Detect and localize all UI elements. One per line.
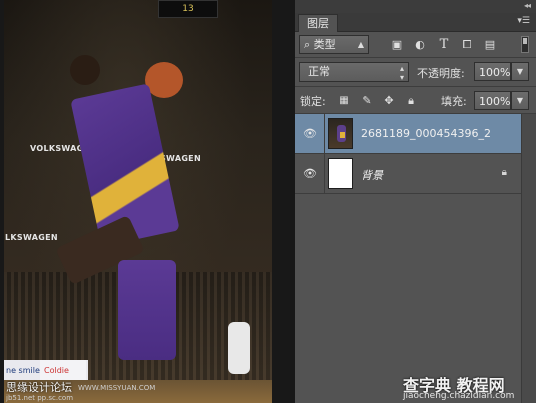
eye-icon[interactable]: 👁︎	[303, 167, 317, 181]
lock-transparent-icon[interactable]: ▦	[337, 94, 351, 108]
layers-panel: ◂◂ 图层 ▾☰ ⌕ 类型 ▲ ▣ ◐ T ⧠ ▤ 正常 ▴ ▾ 不透明度: 10…	[295, 0, 536, 403]
arena-banner: LKSWAGEN	[5, 233, 58, 242]
layer-name: 背景	[361, 169, 383, 182]
lock-image-icon[interactable]: ✎	[360, 94, 374, 108]
divider	[324, 114, 325, 154]
double-arrow-icon[interactable]: ◂◂	[524, 1, 531, 10]
player-head	[70, 55, 100, 85]
opacity-dropdown-button[interactable]: ▼	[511, 62, 529, 81]
ad-text: Coldie	[44, 366, 69, 375]
adjustment-filter-icon[interactable]: ◐	[413, 38, 427, 52]
panel-top-strip: ◂◂	[295, 0, 536, 13]
background-player	[228, 322, 250, 374]
fill-dropdown-button[interactable]: ▼	[511, 91, 529, 110]
watermark-url: WWW.MISSYUAN.COM	[78, 384, 156, 392]
smart-object-filter-icon[interactable]: ▤	[483, 38, 497, 52]
filter-kind-label: 类型	[313, 38, 336, 51]
blend-mode-dropdown[interactable]: 正常 ▴ ▾	[299, 62, 409, 82]
layers-scrollbar[interactable]	[521, 114, 536, 403]
divider	[324, 154, 325, 194]
shape-filter-icon[interactable]: ⧠	[460, 38, 474, 52]
layers-list: 👁︎ 2681189_000454396_2 👁︎ 背景 🔒︎	[295, 114, 521, 403]
type-filter-icon[interactable]: T	[437, 38, 451, 52]
layer-thumbnail	[328, 158, 353, 189]
chevron-updown-icon: ▲	[357, 40, 364, 49]
layer-row-background[interactable]: 👁︎ 背景 🔒︎	[295, 154, 521, 194]
lock-icon: 🔒︎	[501, 167, 507, 178]
defender	[118, 260, 176, 360]
opacity-label: 不透明度:	[417, 67, 465, 80]
watermark-text: 思缘设计论坛	[6, 381, 72, 394]
layer-thumbnail	[328, 118, 353, 149]
site-watermark-url: jiaocheng.chazidian.com	[403, 391, 515, 401]
filter-row: ⌕ 类型 ▲ ▣ ◐ T ⧠ ▤	[295, 32, 536, 57]
opacity-input[interactable]: 100%	[474, 62, 511, 81]
fill-input[interactable]: 100%	[474, 91, 511, 110]
fill-label: 填充:	[441, 95, 467, 108]
lock-position-icon[interactable]: ✥	[382, 94, 396, 108]
divider	[295, 57, 536, 58]
panel-tab-bar: 图层 ▾☰	[295, 13, 536, 32]
filter-toggle[interactable]	[521, 36, 529, 53]
image-filter-icon[interactable]: ▣	[390, 38, 404, 52]
eye-icon[interactable]: 👁︎	[303, 127, 317, 141]
panel-menu-icon[interactable]: ▾☰	[517, 16, 530, 26]
blend-mode-value: 正常	[308, 65, 330, 78]
layer-row-photo[interactable]: 👁︎ 2681189_000454396_2	[295, 114, 521, 154]
divider	[295, 86, 536, 87]
document-canvas[interactable]: 13 VOLKSWAGEN SWAGEN LKSWAGEN ne smiles …	[0, 0, 295, 403]
search-icon: ⌕	[304, 38, 311, 51]
layer-name: 2681189_000454396_2	[361, 127, 491, 140]
chevron-updown-icon: ▴ ▾	[399, 64, 404, 82]
scoreboard: 13	[158, 0, 218, 18]
tab-layers[interactable]: 图层	[298, 14, 338, 32]
lock-label: 锁定:	[300, 95, 326, 108]
filter-kind-dropdown[interactable]: ⌕ 类型 ▲	[299, 35, 369, 54]
watermark-small: jb51.net pp.sc.com	[6, 394, 74, 402]
ad-text: ne smiles	[6, 366, 45, 375]
arena-banner: SWAGEN	[160, 154, 201, 163]
lock-all-icon[interactable]: 🔒︎	[404, 94, 418, 108]
